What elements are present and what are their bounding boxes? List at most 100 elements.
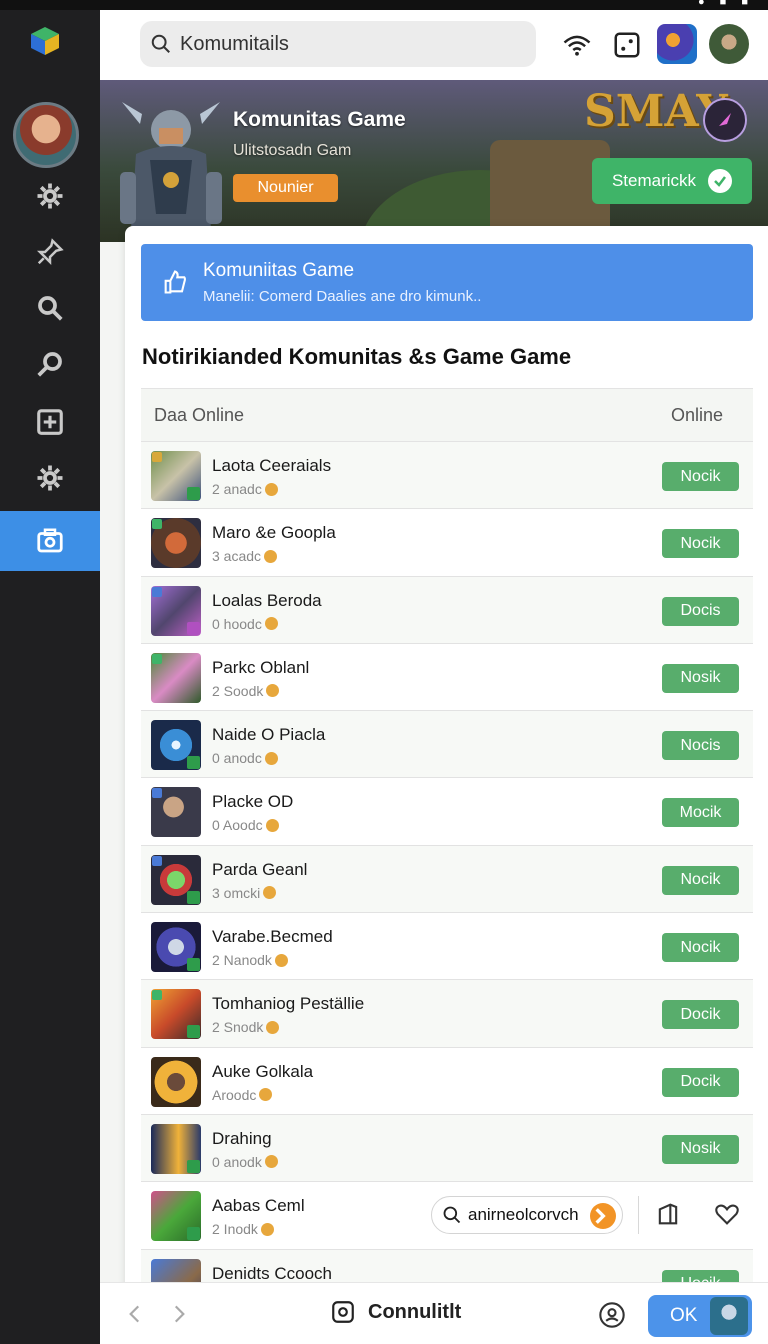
connect-button[interactable]: Connulitlt xyxy=(330,1299,461,1325)
row-meta-text: 0 hoodc xyxy=(212,615,262,632)
divider xyxy=(638,1196,639,1235)
row-action-button[interactable]: Docis xyxy=(662,596,739,626)
row-action-button[interactable]: Nocik xyxy=(662,529,739,559)
side-rail xyxy=(0,10,100,1344)
row-meta-text: 2 Inodk xyxy=(212,1221,258,1238)
table-row[interactable]: Parda Geanl 3 omcki Nocik xyxy=(141,845,753,914)
row-name: Maro &e Goopla xyxy=(212,523,336,543)
row-search-pill[interactable]: anirneolcorvch xyxy=(431,1196,623,1235)
coin-icon xyxy=(264,482,278,496)
game-thumbnail xyxy=(151,989,201,1040)
bottom-bar: Connulitlt OK xyxy=(100,1282,768,1344)
info-title: Komuniitas Game xyxy=(203,260,355,281)
row-action-button[interactable]: Nosik xyxy=(662,1134,739,1164)
coin-icon xyxy=(264,549,278,563)
row-action-button[interactable]: Nocik xyxy=(662,865,739,895)
table-row[interactable]: Naide O Piacla 0 anodc Nocis xyxy=(141,711,753,779)
bookmark-icon[interactable] xyxy=(654,1200,682,1228)
row-meta: 0 hoodc xyxy=(212,616,278,632)
row-meta: 0 anodk xyxy=(212,1154,278,1170)
row-name: Placke OD xyxy=(212,792,294,812)
game-thumbnail xyxy=(151,585,201,636)
start-button[interactable]: Stemarickk xyxy=(592,158,752,204)
row-action-button[interactable]: Nocik xyxy=(662,933,739,963)
info-banner[interactable]: Komuniitas Game Manelii: Comerd Daalies … xyxy=(141,244,753,321)
table-row[interactable]: Aabas Ceml 2 Inodk anirneolcorvch xyxy=(141,1182,753,1250)
search-icon xyxy=(151,34,170,53)
gear-icon[interactable] xyxy=(0,448,100,508)
table-row[interactable]: Drahing 0 anodk Nosik xyxy=(141,1114,753,1183)
table-row[interactable]: Varabe.Becmed 2 Nanodk Nocik xyxy=(141,913,753,981)
table-row[interactable]: Tomhaniog Peställie 2 Snodk Docik xyxy=(141,980,753,1048)
header-right: Online xyxy=(670,405,723,425)
profile-avatar[interactable] xyxy=(709,24,749,64)
thumbs-up-icon xyxy=(164,270,186,294)
table-row[interactable]: Placke OD 0 Aoodc Mocik xyxy=(141,778,753,846)
row-name: Varabe.Becmed xyxy=(212,927,333,947)
game-thumbnail xyxy=(151,720,201,771)
ok-button[interactable]: OK xyxy=(648,1295,752,1337)
row-name: Loalas Beroda xyxy=(212,590,322,610)
row-meta-text: 0 anodc xyxy=(212,750,262,767)
table-row[interactable]: Parkc Oblanl 2 Soodk Nosik xyxy=(141,644,753,712)
table-header: Daa Online Online xyxy=(141,388,753,442)
game-avatar[interactable] xyxy=(657,24,697,64)
row-action-button[interactable]: Nocis xyxy=(662,731,739,761)
row-action-button[interactable]: Docik xyxy=(662,1000,739,1030)
ok-label: OK xyxy=(670,1305,698,1326)
hero-banner[interactable]: Komunitas Game Ulitstosadn Gam Nounier S… xyxy=(100,80,768,242)
coin-icon xyxy=(264,617,278,631)
search-bar[interactable] xyxy=(140,21,536,67)
game-thumbnail xyxy=(151,652,201,703)
row-action-button[interactable]: Nosik xyxy=(662,663,739,693)
pin-icon[interactable] xyxy=(0,222,100,282)
community-table: Daa Online Online Laota Ceeraials 2 anad… xyxy=(141,388,753,1317)
user-avatar[interactable] xyxy=(13,102,79,168)
table-row[interactable]: Laota Ceeraials 2 anadc Nocik xyxy=(141,442,753,510)
coin-icon xyxy=(260,1222,274,1236)
row-meta: 3 acadc xyxy=(212,548,278,565)
game-thumbnail xyxy=(151,854,201,905)
explore-search-icon[interactable] xyxy=(0,334,100,394)
row-meta-text: 3 acadc xyxy=(212,548,262,565)
row-meta: 0 Aoodc xyxy=(212,817,279,833)
main-panel: Komunitas Game Ulitstosadn Gam Nounier S… xyxy=(100,10,768,1344)
heart-icon[interactable] xyxy=(713,1200,741,1228)
dice-icon[interactable] xyxy=(612,30,642,60)
row-action-button[interactable]: Docik xyxy=(662,1067,739,1097)
wifi-icon[interactable] xyxy=(562,30,592,60)
info-subtitle: Manelii: Comerd Daalies ane dro kimunk.. xyxy=(203,288,482,305)
banner-tag-button[interactable]: Nounier xyxy=(233,174,338,202)
row-search-text: anirneolcorvch xyxy=(468,1205,579,1225)
table-row[interactable]: Loalas Beroda 0 hoodc Docis xyxy=(141,576,753,644)
top-bar xyxy=(100,10,768,80)
row-meta: 2 Nanodk xyxy=(212,952,288,968)
settings-icon[interactable] xyxy=(0,166,100,226)
row-meta-text: 2 anadc xyxy=(212,481,262,497)
forward-arrow-icon[interactable] xyxy=(166,1301,192,1327)
game-thumbnail xyxy=(151,1123,201,1174)
row-name: Parda Geanl xyxy=(212,859,308,879)
coin-icon xyxy=(266,684,280,698)
play-icon[interactable] xyxy=(703,98,747,142)
back-arrow-icon[interactable] xyxy=(122,1301,148,1327)
table-row[interactable]: Auke Golkala Aroodc Docik xyxy=(141,1048,753,1115)
game-thumbnail xyxy=(151,1056,201,1107)
row-meta: 0 anodc xyxy=(212,750,278,766)
row-name: Aabas Ceml xyxy=(212,1196,305,1216)
row-action-button[interactable]: Mocik xyxy=(662,798,739,828)
search-icon[interactable] xyxy=(0,278,100,338)
start-button-label: Stemarickk xyxy=(611,171,697,190)
row-action-button[interactable]: Nocik xyxy=(662,462,739,491)
row-meta: 2 Inodk xyxy=(212,1221,274,1237)
table-row[interactable]: Maro &e Goopla 3 acadc Nocik xyxy=(141,509,753,577)
camera-icon[interactable] xyxy=(0,511,100,571)
search-input[interactable] xyxy=(180,32,510,56)
game-thumbnail xyxy=(151,1191,201,1242)
chevron-right-icon[interactable] xyxy=(590,1203,616,1230)
add-box-icon[interactable] xyxy=(0,392,100,452)
search-icon xyxy=(443,1206,461,1224)
app-logo-icon[interactable] xyxy=(28,24,62,58)
user-circle-icon[interactable] xyxy=(598,1301,626,1329)
banner-subtitle: Ulitstosadn Gam xyxy=(233,142,352,159)
